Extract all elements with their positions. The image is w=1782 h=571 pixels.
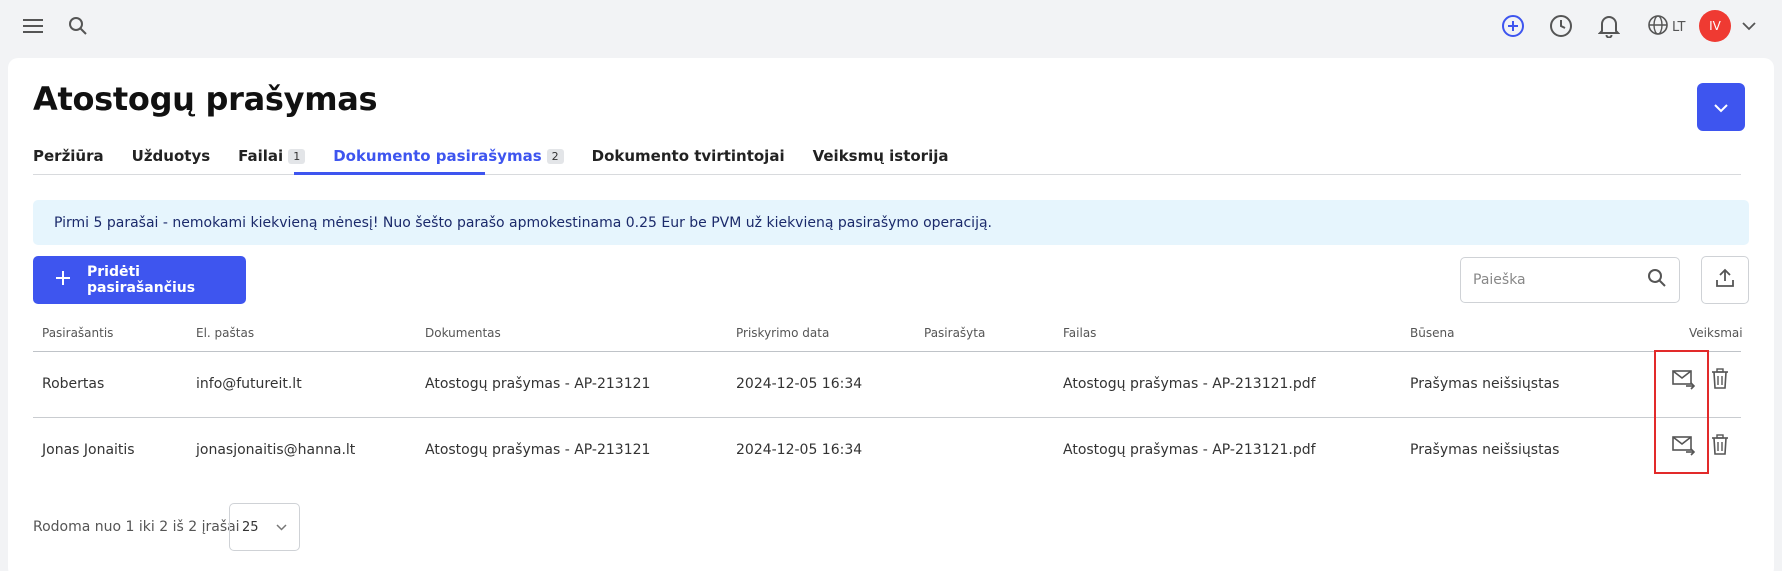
pagination-summary: Rodoma nuo 1 iki 2 iš 2 įrašai — [33, 519, 240, 535]
upload-icon — [1715, 268, 1735, 292]
page-size-select[interactable]: 25 — [229, 503, 300, 551]
language-label: LT — [1672, 19, 1686, 35]
column-header-document: Dokumentas — [425, 326, 501, 340]
cell-document[interactable]: Atostogų prašymas - AP-213121 — [425, 442, 650, 458]
main-card — [8, 58, 1774, 571]
bell-icon[interactable] — [1595, 12, 1623, 40]
tabs-divider — [33, 174, 1741, 175]
tab-count-badge: 1 — [288, 148, 306, 164]
info-notice: Pirmi 5 parašai - nemokami kiekvieną mėn… — [33, 200, 1749, 245]
clock-icon[interactable] — [1547, 12, 1575, 40]
tab-files[interactable]: Failai 1 — [238, 145, 306, 167]
add-signers-label: Pridėti pasirašančius — [87, 264, 196, 296]
actions-dropdown-button[interactable] — [1697, 83, 1745, 131]
cell-file[interactable]: Atostogų prašymas - AP-213121.pdf — [1063, 442, 1316, 458]
tab-label: Dokumento pasirašymas — [333, 147, 542, 165]
column-header-email: El. paštas — [196, 326, 255, 340]
tab-label: Failai — [238, 147, 284, 165]
tab-action-history[interactable]: Veiksmų istorija — [813, 145, 949, 167]
trash-icon — [1711, 434, 1729, 460]
avatar[interactable]: IV — [1699, 10, 1731, 42]
row-divider — [33, 417, 1741, 418]
tab-count-badge: 2 — [546, 148, 564, 164]
language-switcher[interactable]: LT — [1647, 14, 1685, 40]
active-tab-indicator — [294, 172, 485, 175]
column-header-status: Būsena — [1410, 326, 1455, 340]
tab-label: Peržiūra — [33, 147, 104, 165]
chevron-down-icon — [1714, 98, 1728, 117]
page-title: Atostogų prašymas — [33, 80, 378, 118]
search-input[interactable] — [1473, 272, 1633, 288]
column-header-assigned-date: Priskyrimo data — [736, 326, 830, 340]
search-icon[interactable] — [66, 14, 90, 38]
tab-label: Veiksmų istorija — [812, 147, 949, 165]
chevron-down-icon[interactable] — [1739, 16, 1759, 36]
tab-tasks[interactable]: Užduotys — [132, 145, 211, 167]
plus-circle-icon[interactable] — [1499, 12, 1527, 40]
delete-button[interactable] — [1708, 367, 1732, 395]
delete-button[interactable] — [1708, 433, 1732, 461]
table-header-divider — [33, 351, 1741, 352]
cell-signer: Robertas — [42, 376, 105, 392]
column-header-signed: Pasirašyta — [924, 326, 986, 340]
tab-preview[interactable]: Peržiūra — [33, 145, 104, 167]
plus-icon — [55, 270, 71, 290]
cell-email: info@futureit.lt — [196, 376, 302, 392]
cell-file[interactable]: Atostogų prašymas - AP-213121.pdf — [1063, 376, 1316, 392]
cell-status: Prašymas neišsiųstas — [1410, 442, 1560, 458]
tab-label: Dokumento tvirtintojai — [591, 147, 785, 165]
top-bar: LT IV — [0, 0, 1782, 52]
tab-bar: Peržiūra Užduotys Failai 1 Dokumento pasi… — [33, 145, 976, 175]
add-signers-button[interactable]: Pridėti pasirašančius — [33, 256, 246, 304]
export-button[interactable] — [1701, 256, 1749, 304]
cell-assigned-date: 2024-12-05 16:34 — [736, 376, 863, 392]
search-field — [1460, 257, 1680, 303]
cell-status: Prašymas neišsiųstas — [1410, 376, 1560, 392]
tab-document-signing[interactable]: Dokumento pasirašymas 2 — [333, 145, 564, 167]
cell-assigned-date: 2024-12-05 16:34 — [736, 442, 863, 458]
tab-document-approvers[interactable]: Dokumento tvirtintojai — [592, 145, 785, 167]
search-icon[interactable] — [1647, 268, 1667, 292]
column-header-file: Failas — [1063, 326, 1097, 340]
column-header-actions: Veiksmai — [1689, 326, 1743, 340]
cell-email: jonasjonaitis@hanna.lt — [196, 442, 356, 458]
cell-signer: Jonas Jonaitis — [42, 442, 135, 458]
globe-icon — [1647, 14, 1669, 40]
menu-icon[interactable] — [20, 14, 46, 38]
page-size-value: 25 — [242, 519, 259, 535]
column-header-signer: Pasirašantis — [42, 326, 114, 340]
trash-icon — [1711, 368, 1729, 394]
tab-label: Užduotys — [131, 147, 211, 165]
cell-document[interactable]: Atostogų prašymas - AP-213121 — [425, 376, 650, 392]
highlight-box — [1654, 350, 1709, 474]
chevron-down-icon — [276, 520, 287, 535]
